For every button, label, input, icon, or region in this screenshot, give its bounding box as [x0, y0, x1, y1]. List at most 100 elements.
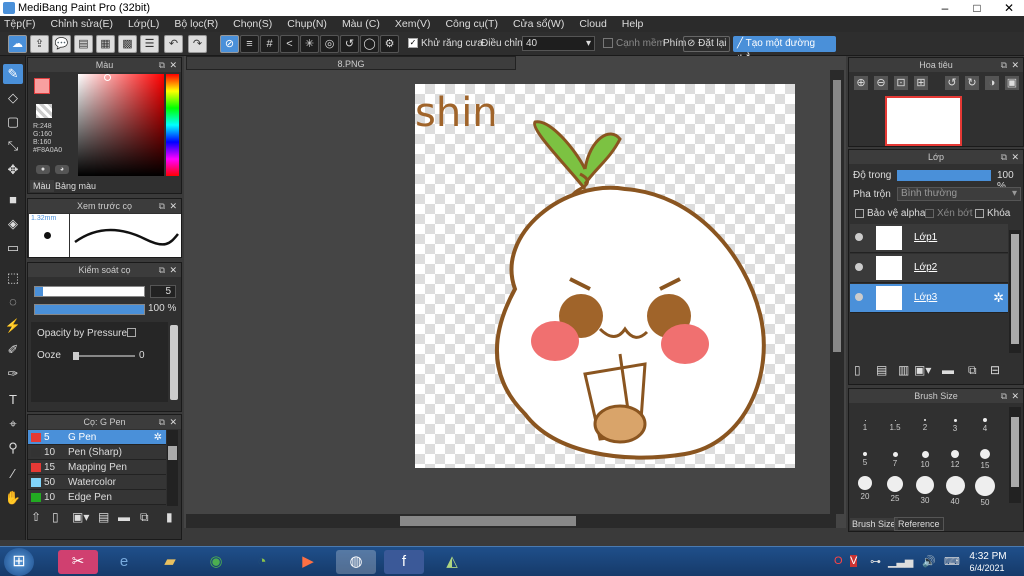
- brush-size-cell[interactable]: 30: [910, 474, 940, 505]
- move-tool-icon[interactable]: ✥: [3, 160, 23, 180]
- zoom-out-icon[interactable]: ⊖: [874, 76, 888, 90]
- start-button[interactable]: ⊞: [4, 548, 34, 576]
- snap-parallel-icon[interactable]: ≡: [240, 35, 259, 53]
- facebook-icon[interactable]: f: [384, 550, 424, 574]
- rotate-right-icon[interactable]: ↻: [965, 76, 979, 90]
- folder-icon[interactable]: ▰: [150, 550, 190, 574]
- brush-size-cell[interactable]: 50: [970, 474, 1000, 507]
- divide-tool-icon[interactable]: ⌖: [3, 414, 23, 434]
- brush-size-cell[interactable]: 5: [850, 440, 880, 470]
- layer-row-2[interactable]: Lớp2: [850, 254, 1008, 283]
- rotate-left-icon[interactable]: ↺: [945, 76, 959, 90]
- hue-strip[interactable]: [166, 74, 179, 176]
- menu-select[interactable]: Chọn(S): [233, 18, 272, 30]
- soft-edge-checkbox[interactable]: [603, 38, 613, 48]
- layer-list-scrollbar[interactable]: [1009, 230, 1021, 353]
- popout-icon[interactable]: ⧉: [159, 58, 165, 72]
- gradient-tool-icon[interactable]: ▭: [3, 238, 23, 258]
- brush-size-scrollbar[interactable]: [1009, 407, 1021, 503]
- brush-size-cell[interactable]: 12: [940, 440, 970, 470]
- color-field[interactable]: [78, 74, 164, 176]
- minimize-button[interactable]: –: [930, 0, 960, 16]
- close-icon[interactable]: ✕: [1011, 58, 1019, 72]
- menu-edit[interactable]: Chỉnh sửa(E): [51, 18, 113, 30]
- snap-ellipse-icon[interactable]: ◯: [360, 35, 379, 53]
- ooze-handle[interactable]: [73, 352, 79, 360]
- tab-reference[interactable]: Reference: [894, 517, 944, 531]
- brush-settings-icon[interactable]: ▤: [98, 510, 109, 524]
- close-icon[interactable]: ✕: [1011, 150, 1019, 164]
- eyedropper-icon[interactable]: ⚲: [3, 438, 23, 458]
- app-green-icon[interactable]: ◔: [242, 550, 282, 574]
- opacity-slider[interactable]: [34, 304, 145, 315]
- page-icon[interactable]: ▤: [74, 35, 93, 53]
- palette-tool-icon[interactable]: ◕: [55, 165, 69, 174]
- clipping-checkbox[interactable]: [925, 209, 934, 218]
- snap-off-icon[interactable]: ⊘: [220, 35, 239, 53]
- brush-size-cell[interactable]: 15: [970, 440, 1000, 470]
- chrome-icon[interactable]: ◉: [196, 550, 236, 574]
- select-eraser-icon[interactable]: ✑: [3, 364, 23, 384]
- brush-size-cell[interactable]: 1.5: [880, 406, 910, 436]
- antivirus-tray-icon[interactable]: V: [850, 555, 858, 567]
- snap-cross-icon[interactable]: #: [260, 35, 279, 53]
- antialias-checkbox[interactable]: ✓: [408, 38, 418, 48]
- protect-alpha-checkbox[interactable]: [855, 209, 864, 218]
- menu-color[interactable]: Màu (C): [342, 18, 380, 30]
- tab-color[interactable]: Màu: [30, 180, 54, 192]
- snap-radial-icon[interactable]: ✳: [300, 35, 319, 53]
- brush-tool-icon[interactable]: ✎: [3, 64, 23, 84]
- fit-icon[interactable]: ⊡: [894, 76, 908, 90]
- layer-row-3[interactable]: Lớp3 ✲: [850, 284, 1008, 313]
- menu-help[interactable]: Help: [622, 18, 644, 30]
- tab-palette[interactable]: Bảng màu: [52, 180, 99, 192]
- menu-window[interactable]: Cửa sổ(W): [513, 18, 564, 30]
- blend-select[interactable]: Bình thường ▾: [897, 187, 1021, 201]
- list-icon[interactable]: ☰: [140, 35, 159, 53]
- brush-item-edge-pen[interactable]: 10 Edge Pen: [28, 490, 166, 505]
- menu-snap[interactable]: Chụp(N): [287, 18, 327, 30]
- layer-menu-icon[interactable]: ▣▾: [914, 363, 931, 377]
- brush-size-cell[interactable]: 7: [880, 440, 910, 470]
- snap-circle-icon[interactable]: ◎: [320, 35, 339, 53]
- dot-tool-icon[interactable]: ⤡: [3, 136, 23, 156]
- menu-layer[interactable]: Lớp(L): [128, 18, 159, 30]
- drawing-canvas[interactable]: shin: [415, 84, 795, 468]
- close-button[interactable]: ✕: [994, 0, 1024, 16]
- navigator-thumbnail[interactable]: [885, 96, 962, 146]
- clock-date[interactable]: 6/4/2021: [962, 563, 1012, 573]
- close-icon[interactable]: ✕: [169, 263, 177, 277]
- opera-tray-icon[interactable]: O: [834, 555, 843, 567]
- grid-icon[interactable]: ▩: [118, 35, 137, 53]
- vertical-scroll-thumb[interactable]: [833, 80, 841, 352]
- opacity-pressure-checkbox[interactable]: [127, 328, 136, 337]
- brush-item-mapping-pen[interactable]: 15 Mapping Pen: [28, 460, 166, 475]
- new-layer-icon[interactable]: ▯: [854, 363, 861, 377]
- eraser-tool-icon[interactable]: ◇: [3, 88, 23, 108]
- visibility-icon[interactable]: [855, 263, 863, 271]
- brush-size-cell[interactable]: 40: [940, 474, 970, 506]
- menu-filter[interactable]: Bộ lọc(R): [174, 18, 218, 30]
- close-icon[interactable]: ✕: [169, 58, 177, 72]
- brush-folder-icon[interactable]: ▬: [118, 510, 130, 524]
- brush-item-watercolor[interactable]: 50 Watercolor: [28, 475, 166, 490]
- visibility-icon[interactable]: [855, 293, 863, 301]
- size-value[interactable]: 5: [150, 285, 176, 298]
- delete-brush-icon[interactable]: ▮: [166, 510, 173, 524]
- primary-color-swatch[interactable]: [34, 78, 50, 94]
- new-halftone-layer-icon[interactable]: ▤: [876, 363, 887, 377]
- transparent-swatch[interactable]: [36, 104, 52, 118]
- hand-tool-icon[interactable]: ✋: [3, 488, 23, 508]
- paint-app-icon[interactable]: ✂: [58, 550, 98, 574]
- popout-icon[interactable]: ⧉: [159, 415, 165, 429]
- page-manage-icon[interactable]: ▦: [96, 35, 115, 53]
- menu-cloud[interactable]: Cloud: [579, 18, 606, 30]
- gear-icon[interactable]: ✲: [154, 430, 162, 445]
- zoom-in-icon[interactable]: ⊕: [854, 76, 868, 90]
- eyedropper-alt-icon[interactable]: ⁄: [3, 464, 23, 484]
- maximize-button[interactable]: □: [962, 0, 992, 16]
- brush-menu-icon[interactable]: ▣▾: [72, 510, 89, 524]
- fill-rect-tool-icon[interactable]: ■: [3, 190, 23, 210]
- redo-icon[interactable]: ↷: [188, 35, 207, 53]
- text-tool-icon[interactable]: T: [3, 390, 23, 410]
